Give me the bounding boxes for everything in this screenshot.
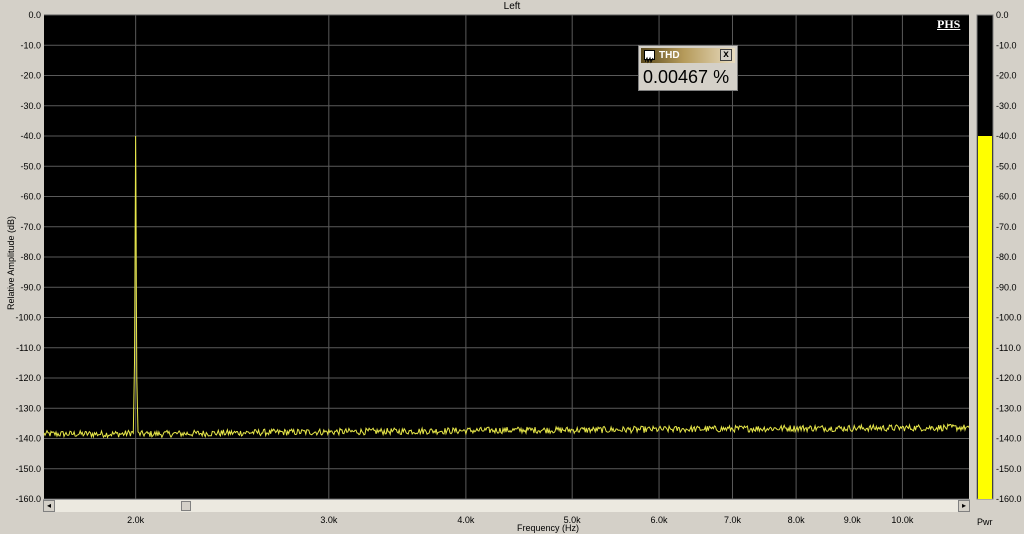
meter-tick-label: -20.0 [996, 71, 1017, 81]
meter-tick-label: -150.0 [996, 464, 1022, 474]
x-tick-label: 8.0k [788, 515, 806, 525]
scroll-thumb[interactable] [181, 501, 191, 511]
meter-tick-label: -80.0 [996, 252, 1017, 262]
meter-tick-label: -70.0 [996, 222, 1017, 232]
y-tick-label: -30.0 [20, 101, 41, 111]
horizontal-scrollbar[interactable]: ◂ ▸ [43, 499, 970, 512]
thd-title: THD [659, 50, 680, 61]
y-tick-label: -50.0 [20, 161, 41, 171]
y-tick-label: -100.0 [15, 313, 41, 323]
meter-tick-label: -60.0 [996, 192, 1017, 202]
x-tick-label: 9.0k [844, 515, 862, 525]
brand-logo: PHS [937, 17, 961, 31]
meter-tick-label: -110.0 [996, 343, 1021, 353]
y-tick-label: -120.0 [15, 373, 41, 383]
y-tick-label: -10.0 [20, 40, 41, 50]
meter-tick-label: -140.0 [996, 434, 1022, 444]
x-tick-label: 2.0k [127, 515, 145, 525]
y-tick-label: -70.0 [20, 222, 41, 232]
y-tick-label: -90.0 [20, 282, 41, 292]
meter-tick-label: -130.0 [996, 403, 1022, 413]
x-tick-label: 10.0k [891, 515, 914, 525]
waveform-icon [644, 50, 655, 64]
y-tick-label: -150.0 [15, 464, 41, 474]
meter-tick-labels: 0.0 -10.0 -20.0 -30.0 -40.0 -50.0 -60.0 -70.0 -8… [996, 10, 1022, 504]
thd-value: 0.00467 % [643, 67, 730, 87]
y-tick-label: -140.0 [15, 434, 41, 444]
scroll-left-button[interactable]: ◂ [43, 500, 55, 512]
x-tick-label: 7.0k [724, 515, 742, 525]
meter-tick-label: -120.0 [996, 373, 1022, 383]
y-tick-label: -110.0 [16, 343, 41, 353]
x-axis-label: Frequency (Hz) [516, 523, 579, 533]
thd-readout-window[interactable]: THD x 0.00467 % [638, 45, 738, 91]
meter-tick-label: 0.0 [996, 10, 1009, 20]
y-tick-label: -80.0 [20, 252, 41, 262]
meter-tick-label: -160.0 [996, 494, 1022, 504]
y-tick-label: -20.0 [20, 71, 41, 81]
power-meter-label: Pwr [977, 517, 993, 527]
y-tick-label: 0.0 [28, 10, 41, 20]
x-tick-label: 6.0k [651, 515, 669, 525]
scroll-right-button[interactable]: ▸ [958, 500, 970, 512]
close-button[interactable]: x [720, 49, 732, 61]
meter-tick-label: -100.0 [996, 313, 1022, 323]
y-tick-label: -40.0 [20, 131, 41, 141]
y-tick-label: -130.0 [15, 403, 41, 413]
y-tick-labels: 0.0 -10.0 -20.0 -30.0 -40.0 -50.0 -60.0 -70.0 -8… [15, 10, 41, 504]
x-tick-label: 3.0k [320, 515, 338, 525]
meter-tick-label: -90.0 [996, 282, 1017, 292]
meter-tick-label: -10.0 [996, 40, 1017, 50]
power-meter-fill [978, 136, 992, 499]
meter-tick-label: -50.0 [996, 161, 1017, 171]
y-tick-label: -60.0 [20, 192, 41, 202]
thd-title-bar[interactable]: THD x [641, 48, 735, 64]
meter-tick-label: -30.0 [996, 101, 1017, 111]
y-tick-label: -160.0 [15, 494, 41, 504]
spectrum-chart: 0.0 -10.0 -20.0 -30.0 -40.0 -50.0 -60.0 -70.0 -8… [15, 10, 1022, 525]
meter-tick-label: -40.0 [996, 131, 1017, 141]
y-axis-label: Relative Amplitude (dB) [6, 215, 16, 311]
